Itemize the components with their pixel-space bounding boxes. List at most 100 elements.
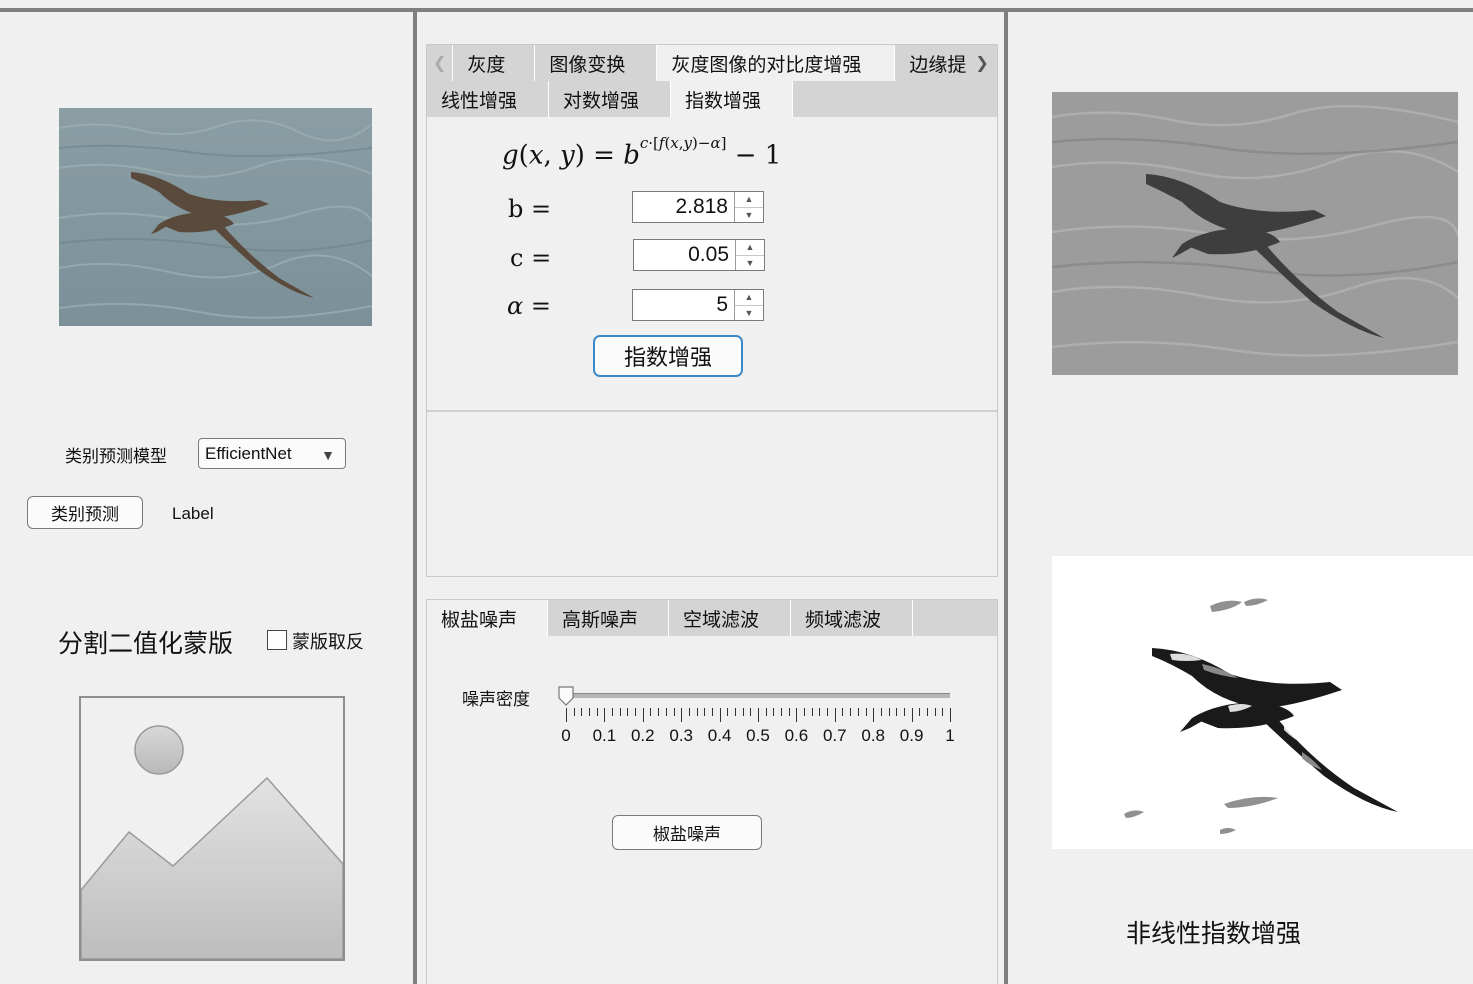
tab-contrast-enhance[interactable]: 灰度图像的对比度增强 [657, 45, 896, 81]
slider-tick [612, 708, 614, 716]
tab-scroll-left[interactable]: ❮ [427, 45, 454, 81]
slider-tick [696, 708, 698, 716]
slider-tick [619, 708, 621, 716]
slider-tick [604, 708, 606, 722]
slider-tick [650, 708, 652, 716]
slider-tick [681, 708, 683, 722]
original-image [59, 108, 372, 326]
spinner-up-icon[interactable]: ▲ [735, 290, 763, 306]
slider-tick [880, 708, 882, 716]
tab-spatial-filter[interactable]: 空域滤波 [669, 600, 791, 636]
slider-tick [596, 708, 598, 716]
slider-tick [842, 708, 844, 716]
slider-tick [688, 708, 690, 716]
tab-linear[interactable]: 线性增强 [427, 81, 549, 117]
slider-tick [589, 708, 591, 716]
exp-enhance-button[interactable]: 指数增强 [593, 335, 743, 377]
tab-exp[interactable]: 指数增强 [671, 81, 793, 117]
param-b-value[interactable]: 2.818 [633, 192, 735, 222]
tab-scroll-right[interactable]: ❯ [969, 45, 994, 81]
tab-frequency-filter[interactable]: 频域滤波 [791, 600, 913, 636]
binary-mask-image [1052, 556, 1473, 849]
slider-tick [850, 708, 852, 716]
model-select[interactable]: EfficientNet ▼ [198, 438, 346, 469]
tab-log[interactable]: 对数增强 [549, 81, 671, 117]
slider-tick [665, 708, 667, 716]
slider-tick [873, 708, 875, 722]
param-c-value[interactable]: 0.05 [634, 240, 736, 270]
slider-tick [711, 708, 713, 716]
slider-tick [804, 708, 806, 716]
slider-tick [788, 708, 790, 716]
slider-tick [781, 708, 783, 716]
param-alpha-label: α = [507, 292, 551, 320]
param-c-label: c = [510, 244, 552, 272]
mask-title: 分割二值化蒙版 [58, 629, 234, 658]
slider-tick [857, 708, 859, 716]
slider-tick [727, 708, 729, 716]
slider-tick [673, 708, 675, 716]
prediction-label: Label [172, 504, 214, 523]
invert-mask-checkbox[interactable] [267, 630, 287, 650]
slider-tick [942, 708, 944, 716]
spinner-down-icon[interactable]: ▼ [736, 256, 764, 271]
param-alpha-spinner[interactable]: 5 ▲ ▼ [632, 289, 764, 321]
tab-salt-pepper[interactable]: 椒盐噪声 [427, 600, 548, 636]
slider-tick [566, 708, 567, 722]
slider-tick [573, 708, 575, 716]
param-c-spinner[interactable]: 0.05 ▲ ▼ [633, 239, 765, 271]
slider-tick-label: 1 [945, 726, 955, 745]
noise-tab-group: 椒盐噪声 高斯噪声 空域滤波 频域滤波 [426, 599, 998, 984]
slider-tick-label: 0.1 [592, 726, 617, 745]
panel-divider-right [1004, 10, 1008, 984]
slider-tick [811, 708, 813, 716]
param-b-spinner[interactable]: 2.818 ▲ ▼ [632, 191, 764, 223]
predict-button[interactable]: 类别预测 [27, 496, 143, 529]
noise-density-slider-track[interactable] [566, 693, 950, 698]
slider-tick-label: 0.6 [784, 726, 809, 745]
spinner-down-icon[interactable]: ▼ [735, 208, 763, 223]
noise-density-slider-thumb[interactable] [558, 686, 574, 706]
param-alpha-value[interactable]: 5 [633, 290, 735, 320]
spinner-down-icon[interactable]: ▼ [735, 306, 763, 321]
slider-tick [950, 708, 951, 722]
spinner-up-icon[interactable]: ▲ [735, 192, 763, 208]
slider-tick [919, 708, 921, 716]
slider-tick [926, 708, 928, 716]
slider-tick [896, 708, 898, 716]
result-caption: 非线性指数增强 [1126, 919, 1302, 948]
slider-tick [750, 708, 752, 716]
slider-tick [819, 708, 821, 716]
slider-tick [642, 708, 644, 722]
chevron-down-icon: ▼ [321, 447, 335, 463]
slider-tick [719, 708, 721, 722]
slider-tick [773, 708, 775, 716]
slider-tick [888, 708, 890, 716]
slider-tick [765, 708, 767, 716]
slider-tick [581, 708, 583, 716]
slider-tick-label: 0 [561, 726, 571, 745]
slider-tick [658, 708, 660, 716]
tab-edge[interactable]: 边缘提 [895, 45, 969, 81]
slider-tick [734, 708, 736, 716]
tab-gaussian[interactable]: 高斯噪声 [548, 600, 669, 636]
tab-gray[interactable]: 灰度 [453, 45, 536, 81]
slider-tick-label: 0.2 [630, 726, 655, 745]
image-placeholder-icon [81, 725, 343, 959]
slider-tick-label: 0.4 [707, 726, 732, 745]
spinner-up-icon[interactable]: ▲ [736, 240, 764, 256]
slider-tick [903, 708, 905, 716]
slider-tick [627, 708, 629, 716]
slider-tick-label: 0.9 [899, 726, 924, 745]
salt-pepper-button[interactable]: 椒盐噪声 [612, 815, 762, 850]
slider-tick [911, 708, 913, 722]
tab-image-transform[interactable]: 图像变换 [535, 45, 658, 81]
noise-density-label: 噪声密度 [462, 690, 530, 710]
mask-image-placeholder [79, 696, 345, 961]
slider-tick-label: 0.8 [861, 726, 886, 745]
invert-mask-label: 蒙版取反 [292, 632, 364, 653]
model-label: 类别预测模型 [65, 447, 167, 467]
slider-tick [827, 708, 829, 716]
enhanced-gray-image [1052, 92, 1458, 375]
outer-tab-bar: ❮ 灰度 图像变换 灰度图像的对比度增强 边缘提 ❯ [427, 45, 997, 81]
